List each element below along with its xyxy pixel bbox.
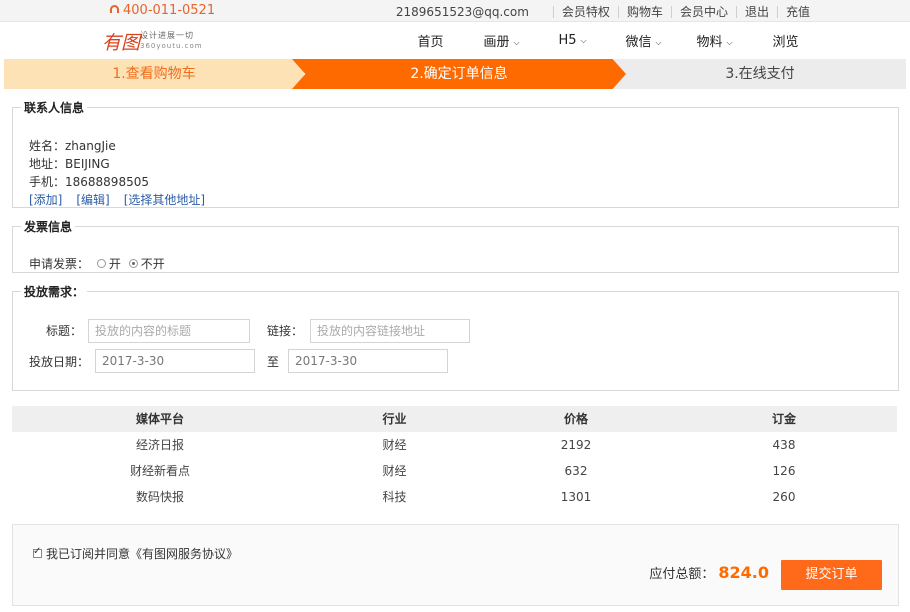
nav-item-wechat[interactable]: 微信 ⌵	[608, 31, 679, 50]
date-to-label: 至	[267, 355, 280, 369]
nav-item-browse[interactable]: 浏览	[750, 31, 821, 50]
logout-link[interactable]: 退出	[745, 3, 769, 20]
nav-label: 物料	[696, 35, 723, 50]
invoice-label: 申请发票：	[29, 257, 90, 271]
cell-price: 1301	[560, 490, 592, 504]
agreement: 我已订阅并同意《有图网服务协议》	[33, 545, 238, 562]
cell-price: 632	[564, 464, 588, 478]
divider	[552, 5, 554, 18]
logo-domain: 360youtu.com	[140, 42, 203, 50]
nav-label: H5	[558, 33, 577, 48]
invoice-legend: 发票信息	[24, 220, 73, 234]
cell-deposit: 126	[772, 464, 796, 478]
header-industry: 行业	[382, 412, 407, 426]
invoice-section: 发票信息 申请发票： 开 不开	[12, 218, 899, 273]
nav-item-brochure[interactable]: 画册 ⌵	[466, 31, 537, 50]
invoice-options: 申请发票： 开 不开	[29, 255, 165, 272]
recharge-link[interactable]: 充值	[786, 3, 810, 20]
cell-platform: 数码快报	[135, 490, 184, 504]
order-total: 应付总额： 824.0	[649, 563, 769, 582]
step-online-payment: 3.在线支付	[614, 59, 906, 89]
publish-section: 投放需求： 标题： 投放的内容的标题 链接： 投放的内容链接地址 投放日期： 2…	[12, 283, 899, 391]
logo-mark: 有图	[102, 32, 141, 54]
divider	[670, 5, 672, 18]
cell-platform: 财经新看点	[129, 464, 190, 478]
choose-address-link[interactable]: [选择其他地址]	[124, 193, 205, 207]
nav-menu: 首页 画册 ⌵ H5 ⌵ 微信 ⌵ 物料 ⌵ 浏览	[395, 22, 821, 59]
nav-item-materials[interactable]: 物料 ⌵	[679, 31, 750, 50]
header-platform: 媒体平台	[135, 412, 184, 426]
order-footer: 我已订阅并同意《有图网服务协议》 应付总额：824.0 提交订单	[12, 524, 899, 606]
member-center-link[interactable]: 会员中心	[680, 3, 728, 20]
edit-address-link[interactable]: [编辑]	[76, 193, 109, 207]
invoice-no-radio[interactable]	[128, 259, 138, 268]
nav-label: 浏览	[772, 35, 799, 50]
divider	[617, 5, 619, 18]
agreement-checkbox[interactable]	[33, 546, 42, 558]
hotline: 400-011-0521	[110, 3, 215, 18]
contact-actions: [添加] [编辑] [选择其他地址]	[29, 191, 219, 208]
step-view-cart: 1.查看购物车	[4, 59, 304, 89]
nav-label: 微信	[625, 35, 652, 50]
nav-item-home[interactable]: 首页	[395, 31, 466, 50]
total-label: 应付总额：	[649, 567, 715, 582]
nav-item-h5[interactable]: H5 ⌵	[537, 33, 608, 48]
logo-slogan: 设计进展一切	[140, 31, 194, 40]
header-deposit: 订金	[771, 412, 796, 426]
top-bar: 400-011-0521 2189651523@qq.com 会员特权 购物车 …	[0, 0, 910, 22]
nav-label: 画册	[483, 35, 510, 50]
table-row: 数码快报 科技 1301 260	[12, 484, 897, 510]
checkout-steps: 1.查看购物车 3.在线支付 2.确定订单信息	[4, 59, 906, 89]
date-label: 投放日期：	[29, 355, 90, 369]
chevron-down-icon: ⌵	[655, 38, 662, 47]
table-header: 媒体平台 行业 价格 订金	[12, 406, 897, 432]
cell-price: 2192	[560, 438, 592, 452]
table-row: 经济日报 财经 2192 438	[12, 432, 897, 458]
chevron-down-icon: ⌵	[726, 38, 733, 47]
link-input[interactable]: 投放的内容链接地址	[310, 319, 470, 343]
media-table: 媒体平台 行业 价格 订金 经济日报 财经 2192 438 财经新看点 财经 …	[12, 406, 897, 510]
add-address-link[interactable]: [添加]	[29, 193, 62, 207]
link-label: 链接：	[267, 324, 304, 338]
cell-platform: 经济日报	[135, 438, 184, 452]
invoice-yes-radio[interactable]	[96, 259, 106, 268]
divider	[776, 5, 778, 18]
chevron-down-icon: ⌵	[513, 38, 520, 47]
title-input[interactable]: 投放的内容的标题	[88, 319, 250, 343]
user-email: 2189651523@qq.com	[395, 4, 529, 19]
step-confirm-order: 2.确定订单信息	[292, 59, 626, 89]
contact-phone: 手机：18688898505	[29, 175, 149, 189]
contact-name: 姓名：zhangJie	[29, 139, 116, 153]
invoice-yes-label: 开	[108, 257, 121, 271]
contact-legend: 联系人信息	[24, 101, 85, 115]
agreement-text[interactable]: 我已订阅并同意《有图网服务协议》	[46, 547, 238, 561]
cell-deposit: 260	[772, 490, 796, 504]
submit-order-button[interactable]: 提交订单	[781, 560, 882, 590]
cell-industry: 财经	[382, 464, 407, 478]
title-label: 标题：	[46, 324, 83, 338]
headset-icon	[110, 5, 119, 13]
header-price: 价格	[563, 412, 588, 426]
publish-legend: 投放需求：	[24, 285, 85, 299]
nav-label: 首页	[417, 35, 444, 50]
user-links: 2189651523@qq.com 会员特权 购物车 会员中心 退出 充值	[396, 3, 810, 20]
invoice-no-label: 不开	[140, 257, 165, 271]
table-row: 财经新看点 财经 632 126	[12, 458, 897, 484]
date-to-input[interactable]: 2017-3-30	[288, 349, 448, 373]
member-privileges-link[interactable]: 会员特权	[562, 3, 610, 20]
date-from-input[interactable]: 2017-3-30	[95, 349, 255, 373]
cell-industry: 科技	[382, 490, 407, 504]
cart-link[interactable]: 购物车	[627, 3, 663, 20]
cell-deposit: 438	[772, 438, 796, 452]
divider	[735, 5, 737, 18]
hotline-number: 400-011-0521	[123, 3, 216, 18]
main-navbar: 有图 设计进展一切 360youtu.com 首页 画册 ⌵ H5 ⌵ 微信 ⌵ 物料…	[0, 22, 910, 59]
contact-section: 联系人信息 姓名：zhangJie 地址：BEIJING 手机：18688898…	[12, 99, 899, 208]
chevron-down-icon: ⌵	[580, 36, 587, 45]
contact-address: 地址：BEIJING	[29, 157, 110, 171]
cell-industry: 财经	[382, 438, 407, 452]
site-logo[interactable]: 有图 设计进展一切 360youtu.com	[102, 26, 212, 54]
total-amount: 824.0	[718, 563, 769, 582]
